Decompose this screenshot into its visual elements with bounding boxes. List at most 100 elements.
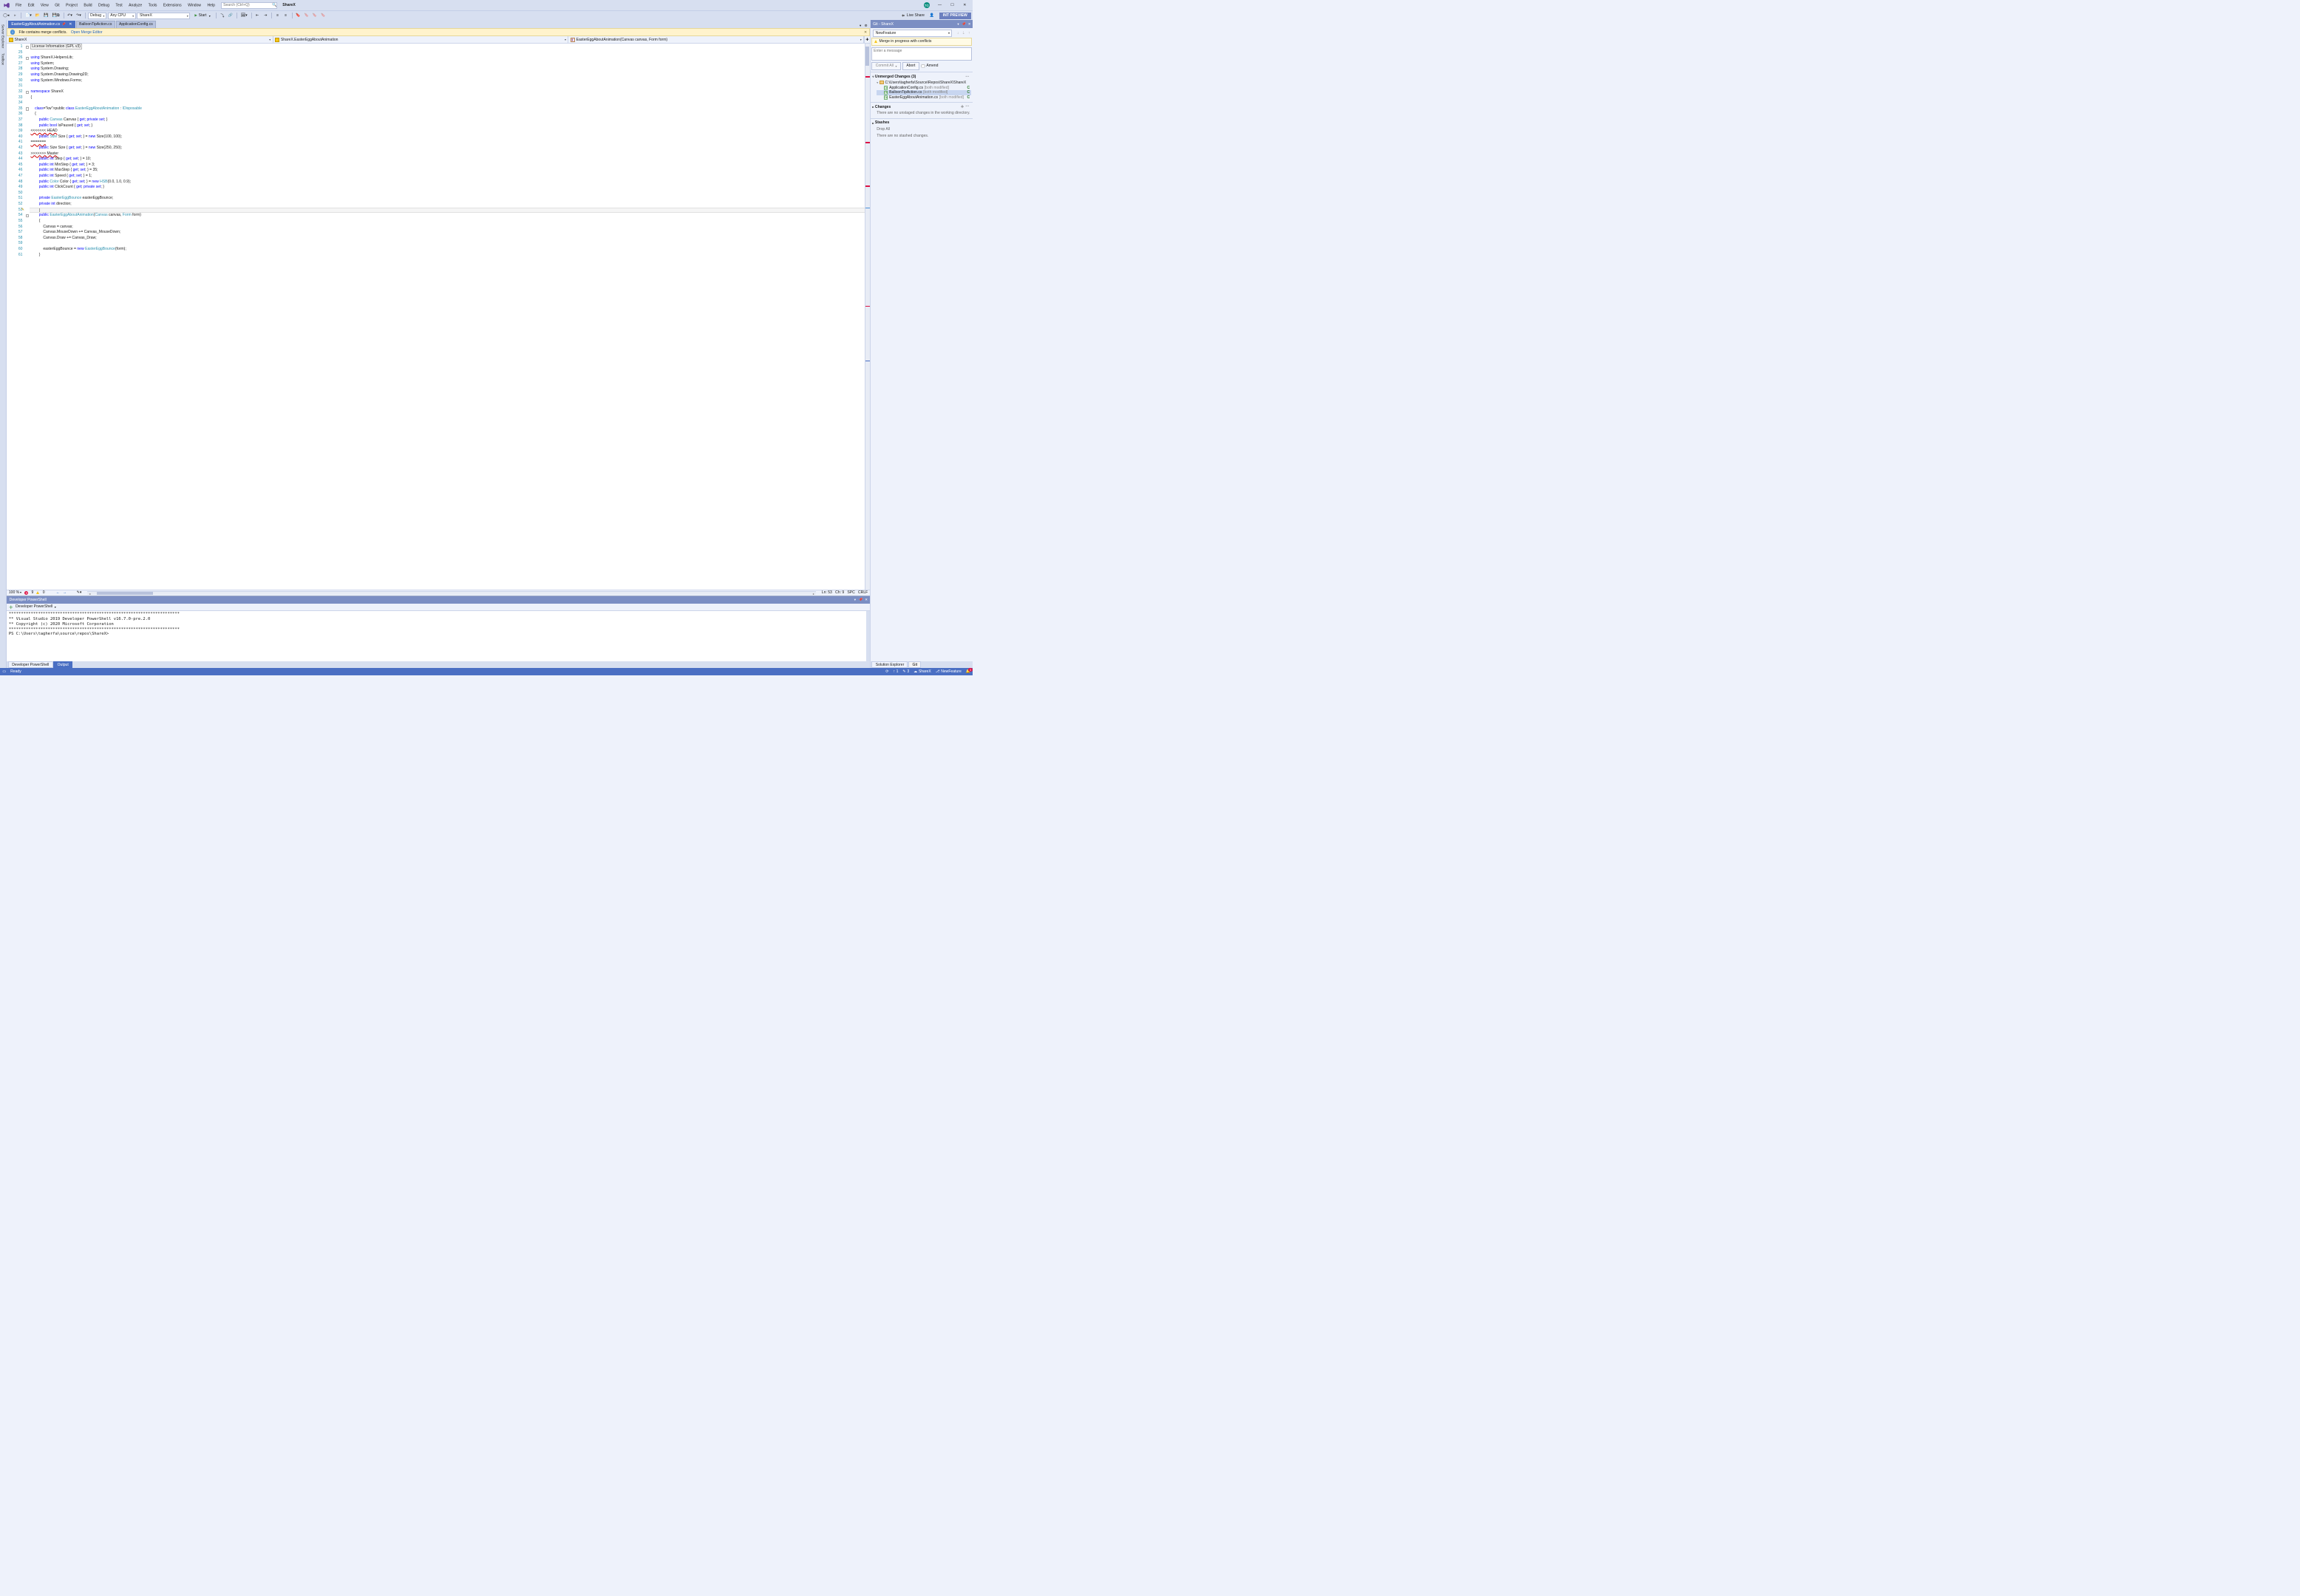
menu-build[interactable]: Build	[81, 2, 95, 9]
minimize-button[interactable]: —	[933, 1, 946, 10]
hscroll-thumb[interactable]	[97, 592, 153, 594]
error-icon[interactable]: ✕	[24, 591, 28, 595]
git-panel-titlebar[interactable]: Git - ShareX ▾ 📌 ✕	[871, 20, 973, 28]
menu-edit[interactable]: Edit	[25, 2, 38, 9]
git-panel-close[interactable]: ✕	[967, 22, 972, 27]
indent-less-button[interactable]: ⇤	[254, 13, 261, 19]
panel-dropdown-button[interactable]: ▾	[853, 598, 857, 602]
menu-git[interactable]: Git	[52, 2, 63, 9]
bottom-tab-developer-powershell[interactable]: Developer PowerShell	[8, 661, 53, 667]
bookmark-next-button[interactable]: 🔖	[311, 13, 319, 19]
new-terminal-button[interactable]: ＋	[9, 604, 13, 610]
amend-checkbox[interactable]: Amend	[921, 64, 938, 68]
menu-test[interactable]: Test	[112, 2, 126, 9]
live-share-button[interactable]: Live Share	[899, 13, 928, 18]
menu-view[interactable]: View	[38, 2, 52, 9]
git-panel-pin[interactable]: 📌	[962, 22, 966, 27]
indent-indicator[interactable]: SPC	[847, 590, 854, 595]
startup-project-combo[interactable]: ShareX	[137, 13, 190, 19]
eol-indicator[interactable]: CRLF	[858, 590, 868, 595]
changes-heading[interactable]: ▸Changes ＋⋯	[872, 104, 971, 110]
image-tool-button[interactable]: 🖼▾	[239, 13, 248, 19]
close-tab-button[interactable]: ✕	[69, 22, 72, 27]
panel-pin-button[interactable]: 📌	[859, 598, 863, 602]
branch-selector[interactable]: NewFeature	[873, 30, 952, 37]
horizontal-scrollbar[interactable]: ◂ ▸	[87, 591, 816, 596]
feedback-button[interactable]: 👤	[928, 13, 936, 19]
doc-tab[interactable]: EasterEggAboutAnimation.cs📌✕	[8, 21, 75, 28]
outgoing-commits[interactable]: ↑ 1	[893, 669, 898, 674]
hscroll-right[interactable]: ▸	[811, 592, 816, 596]
int-preview-badge[interactable]: INT PREVIEW	[939, 13, 971, 19]
nav-forward-button[interactable]: ▸	[12, 13, 18, 19]
more-options-button[interactable]: ⋯	[965, 75, 969, 79]
indent-more-button[interactable]: ⇥	[262, 13, 269, 19]
commit-message-input[interactable]	[871, 47, 971, 61]
panel-close-button[interactable]: ✕	[864, 598, 868, 602]
maximize-button[interactable]: ☐	[946, 1, 959, 10]
menu-project[interactable]: Project	[63, 2, 81, 9]
code-editor[interactable]: 1252627282930313233343536373839404142434…	[7, 44, 870, 590]
zoom-combo[interactable]: 100 %	[9, 590, 21, 595]
abort-button[interactable]: Abort	[902, 62, 919, 70]
nav-fwd-arrow[interactable]: →	[63, 590, 67, 595]
infobar-close-button[interactable]: ✕	[864, 30, 867, 35]
commit-all-button[interactable]: Commit All	[871, 62, 900, 70]
bookmark-prev-button[interactable]: 🔖	[303, 13, 310, 19]
nav-member-combo[interactable]: ◧EasterEggAboutAnimation(Canvas canvas, …	[568, 36, 864, 43]
stashes-heading[interactable]: ▸Stashes	[872, 120, 971, 126]
right-tab-git[interactable]: Git	[908, 661, 921, 667]
open-button[interactable]: 📂	[34, 13, 41, 19]
menu-help[interactable]: Help	[204, 2, 218, 9]
menu-extensions[interactable]: Extensions	[160, 2, 185, 9]
git-panel-dropdown[interactable]: ▾	[956, 22, 961, 27]
repo-path-row[interactable]: ▿ C:\Users\tagherfa\Source\Repos\ShareX\…	[877, 80, 971, 85]
platform-combo[interactable]: Any CPU	[108, 13, 136, 19]
tab-options-button[interactable]: ⚙	[863, 23, 868, 28]
acive-files-dropdown[interactable]: ▾	[858, 23, 863, 28]
menu-debug[interactable]: Debug	[95, 2, 112, 9]
nav-back-button[interactable]: ◯◂	[2, 13, 11, 19]
save-all-button[interactable]: 💾⧉	[51, 13, 61, 19]
nav-project-combo[interactable]: ShareX	[7, 36, 273, 43]
rail-tab-server-explorer[interactable]: Server Explorer	[1, 22, 6, 51]
search-box[interactable]: 🔍	[221, 2, 277, 9]
warning-icon[interactable]	[36, 591, 39, 594]
unmerged-file-row[interactable]: C#EasterEggAboutAnimation.cs [both modif…	[877, 95, 971, 100]
start-debug-button[interactable]: ▶Start▾	[191, 13, 214, 19]
fold-toggle[interactable]: -	[26, 91, 29, 94]
fold-toggle[interactable]: -	[26, 107, 29, 110]
menu-window[interactable]: Window	[185, 2, 204, 9]
unmerged-file-row[interactable]: C#ApplicationConfig.cs [both modified]C	[877, 85, 971, 90]
pull-button[interactable]: ⇣	[961, 30, 966, 35]
uncomment-button[interactable]: ≡	[282, 13, 289, 19]
comment-button[interactable]: ≡	[274, 13, 281, 19]
pending-changes[interactable]: ✎ 3	[902, 669, 909, 674]
powershell-terminal[interactable]: ****************************************…	[7, 611, 870, 661]
step-over-button[interactable]: ⤵	[219, 13, 225, 19]
panel-titlebar[interactable]: Developer PowerShell ▾ 📌 ✕	[7, 596, 870, 603]
scrollbar-thumb[interactable]	[865, 47, 869, 65]
doc-tab[interactable]: ApplicationConfig.cs	[116, 21, 157, 28]
rail-tab-toolbox[interactable]: Toolbox	[1, 51, 6, 68]
unmerged-heading[interactable]: ▿Unmerged Changes (3) ⋯	[872, 74, 971, 80]
user-avatar[interactable]: TG	[924, 2, 930, 8]
save-button[interactable]: 💾	[43, 13, 50, 19]
repo-indicator[interactable]: ☁ ShareX	[913, 669, 931, 674]
more-options-button[interactable]: ⋯	[965, 104, 969, 109]
fold-toggle[interactable]: -	[26, 214, 29, 217]
col-indicator[interactable]: Ch: 9	[835, 590, 844, 595]
line-indicator[interactable]: Ln: 53	[822, 590, 832, 595]
vertical-scrollbar[interactable]	[865, 44, 870, 590]
close-button[interactable]: ✕	[959, 1, 971, 10]
push-button[interactable]: ↑	[967, 30, 972, 35]
new-project-button[interactable]: 📄▾	[24, 13, 33, 19]
menu-analyze[interactable]: Analyze	[126, 2, 145, 9]
right-tab-solution-explorer[interactable]: Solution Explorer	[871, 661, 908, 667]
search-input[interactable]	[223, 3, 272, 7]
pin-icon[interactable]: 📌	[62, 22, 66, 27]
notifications-button[interactable]: 🔔3	[966, 669, 970, 674]
nav-back-arrow[interactable]: ←	[56, 590, 60, 595]
stage-all-button[interactable]: ＋	[960, 104, 964, 109]
nav-class-combo[interactable]: ShareX.EasterEggAboutAnimation	[273, 36, 569, 43]
